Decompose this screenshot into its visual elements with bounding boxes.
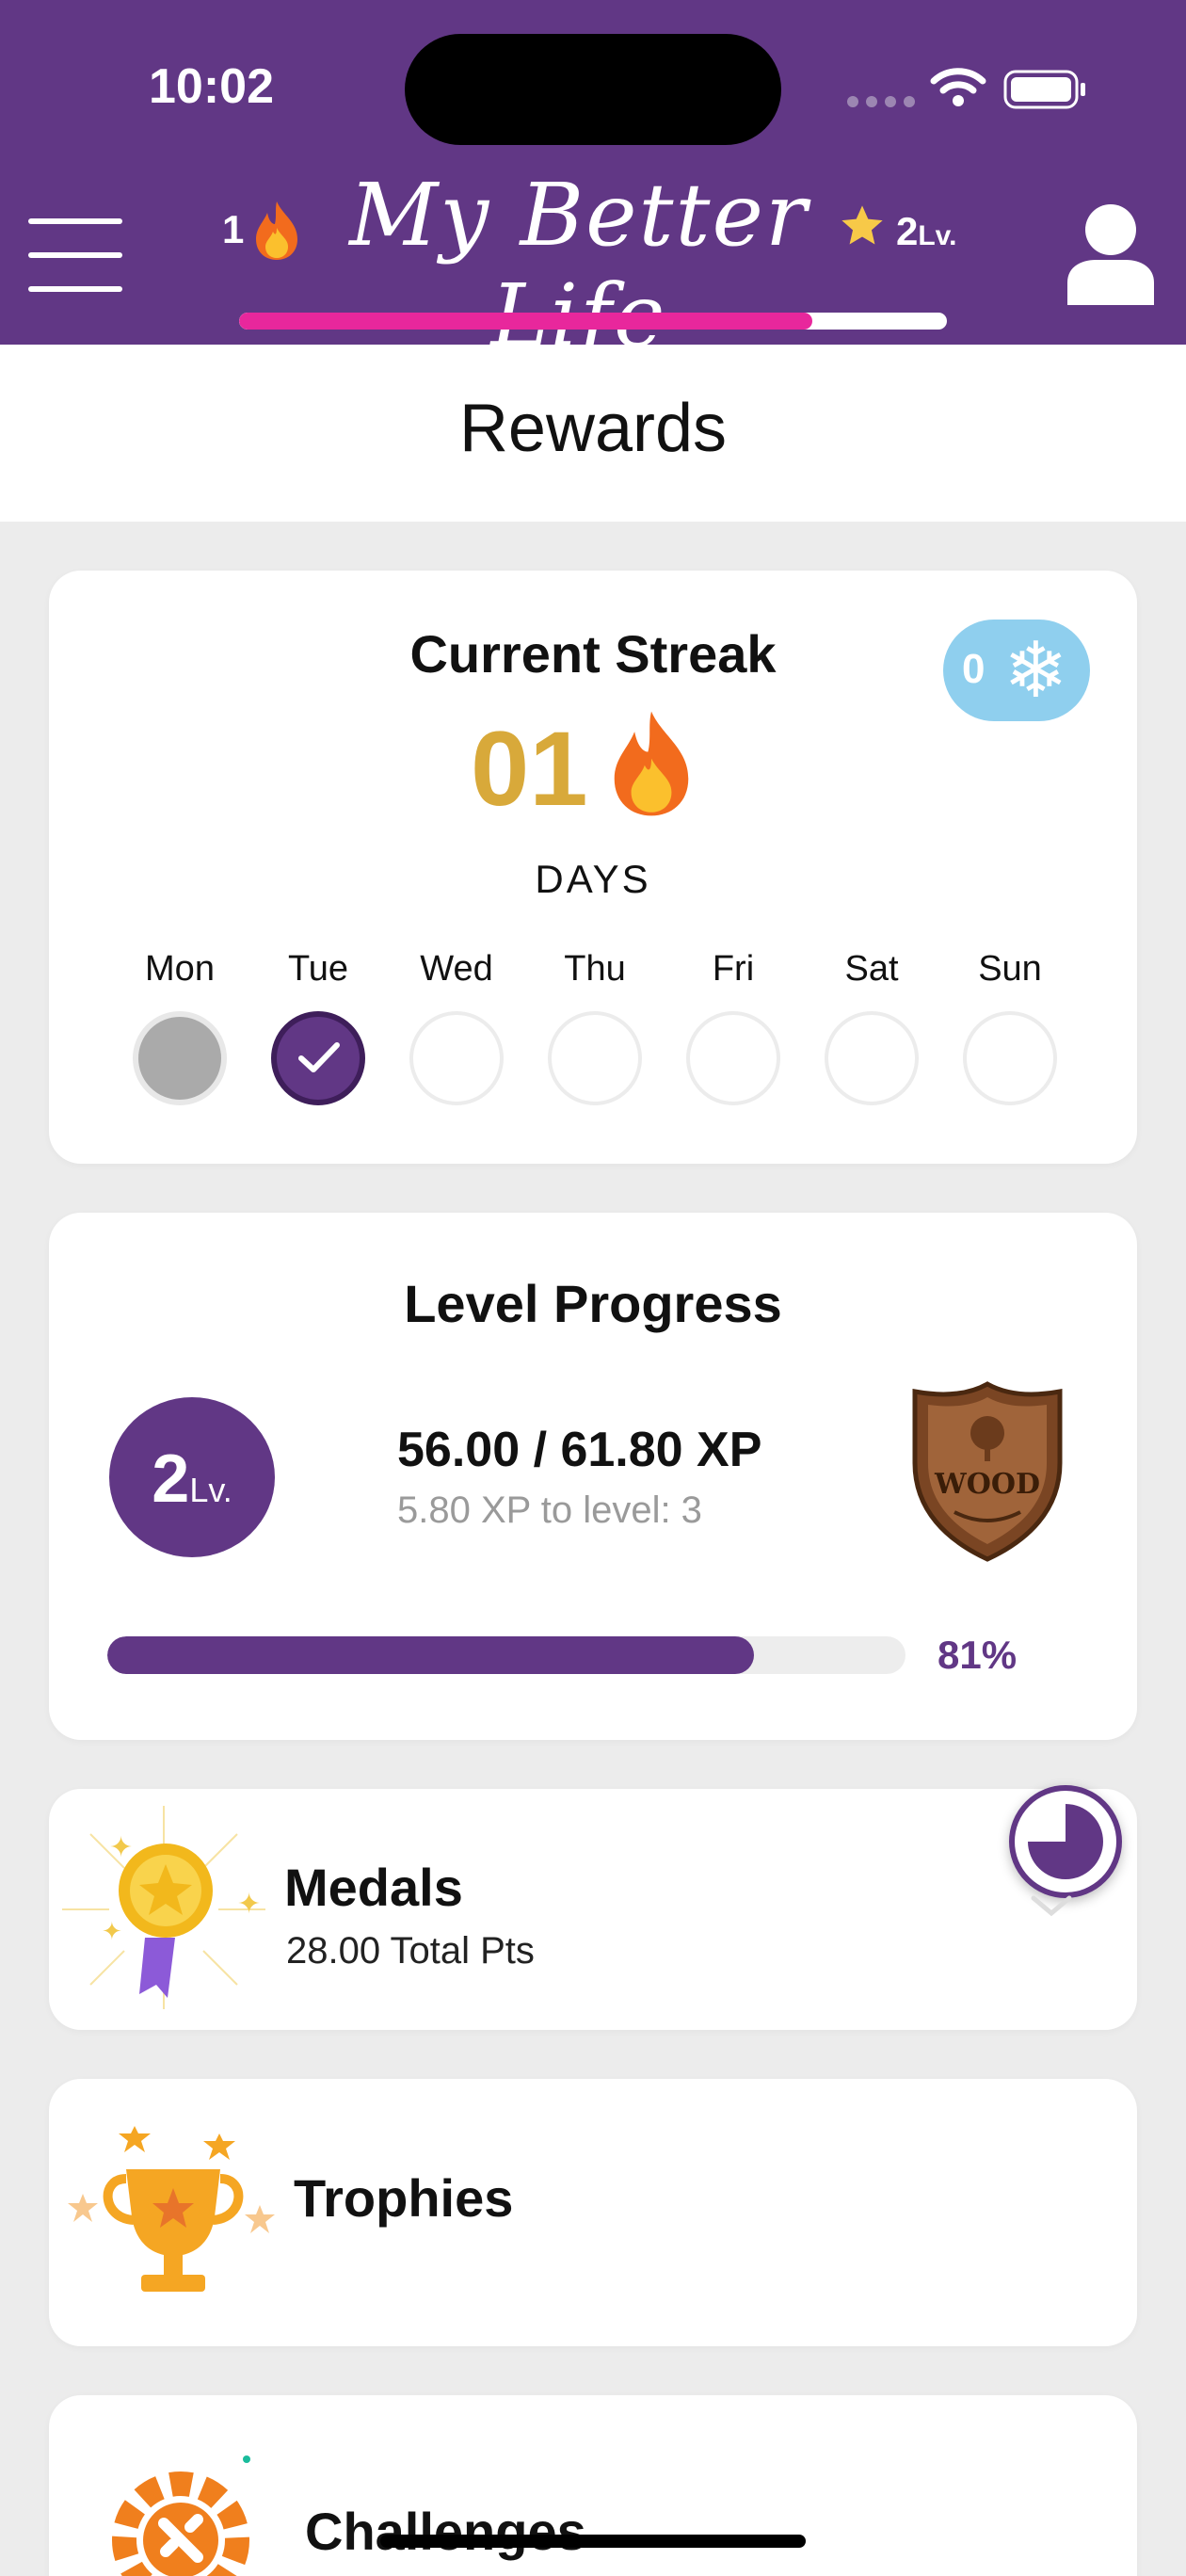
streak-value: 01 bbox=[471, 710, 588, 828]
day-mon: Mon bbox=[119, 949, 241, 1105]
streak-freeze-badge[interactable]: 0 ❄ bbox=[943, 620, 1090, 721]
day-label: Wed bbox=[420, 949, 493, 989]
day-status-done bbox=[271, 1011, 365, 1105]
day-status-empty bbox=[548, 1011, 642, 1105]
header-streak-count: 1 bbox=[222, 207, 245, 251]
day-wed: Wed bbox=[395, 949, 518, 1105]
day-label: Sat bbox=[844, 949, 899, 989]
fire-icon bbox=[614, 711, 689, 816]
wood-shield-icon: WOOD bbox=[912, 1381, 1063, 1562]
day-status-empty bbox=[686, 1011, 780, 1105]
trophies-card[interactable]: Trophies bbox=[49, 2079, 1137, 2346]
wifi-icon bbox=[930, 68, 986, 106]
level-badge: 2Lv. bbox=[109, 1397, 275, 1557]
day-fri: Fri bbox=[672, 949, 794, 1105]
header-level-suffix: Lv. bbox=[918, 220, 957, 251]
home-indicator bbox=[380, 2535, 806, 2548]
challenges-card[interactable]: Challenges bbox=[49, 2395, 1137, 2576]
day-status-empty bbox=[963, 1011, 1057, 1105]
day-status-empty bbox=[409, 1011, 504, 1105]
day-sat: Sat bbox=[810, 949, 933, 1105]
checkmark-icon bbox=[298, 1042, 340, 1072]
header-xp-bar-fill bbox=[239, 313, 813, 330]
status-time: 10:02 bbox=[149, 59, 274, 114]
medals-total-points: 28.00 Total Pts bbox=[286, 1930, 535, 1972]
medals-title: Medals bbox=[284, 1858, 463, 1917]
xp-total: 56.00 / 61.80 XP bbox=[397, 1423, 762, 1477]
wood-badge-label: WOOD bbox=[934, 1468, 1040, 1501]
day-thu: Thu bbox=[534, 949, 656, 1105]
trophies-title: Trophies bbox=[294, 2168, 514, 2228]
day-label: Tue bbox=[287, 949, 349, 989]
level-progress-bar bbox=[107, 1636, 906, 1674]
timer-icon bbox=[1028, 1804, 1103, 1879]
level-card-title: Level Progress bbox=[404, 1274, 782, 1333]
trophy-icon bbox=[68, 2126, 275, 2292]
level-progress-card: Level Progress 2Lv. 56.00 / 61.80 XP 5.8… bbox=[49, 1213, 1137, 1740]
dynamic-island bbox=[405, 34, 781, 145]
svg-text:✦: ✦ bbox=[102, 1917, 122, 1945]
day-label: Mon bbox=[145, 949, 215, 989]
app-header: 10:02 1 My Better Life 2Lv. bbox=[0, 0, 1186, 366]
day-status-empty bbox=[825, 1011, 919, 1105]
week-tracker: Mon Tue Wed Thu Fri Sat Sun bbox=[119, 949, 1071, 1105]
day-tue: Tue bbox=[257, 949, 379, 1105]
day-sun: Sun bbox=[949, 949, 1071, 1105]
header-level-number: 2 bbox=[896, 209, 919, 253]
chevron-down-icon bbox=[1031, 1895, 1072, 1917]
day-label: Sun bbox=[978, 949, 1042, 989]
challenges-gear-icon bbox=[112, 2455, 250, 2576]
day-label: Thu bbox=[564, 949, 626, 989]
brand-title: My Better Life bbox=[349, 165, 809, 366]
streak-card: Current Streak 0 ❄ 01 DAYS Mon Tue Wed T… bbox=[49, 571, 1137, 1164]
freeze-count: 0 bbox=[962, 646, 986, 692]
title-bar: Rewards bbox=[0, 345, 1186, 522]
level-progress-percent: 81% bbox=[938, 1633, 1018, 1677]
svg-text:✦: ✦ bbox=[109, 1832, 133, 1863]
fire-icon bbox=[256, 201, 297, 260]
menu-button[interactable] bbox=[28, 217, 122, 292]
medals-card[interactable]: ✦ ✦ ✦ ✦ Medals 28.00 Total Pts bbox=[49, 1789, 1137, 2030]
page-title: Rewards bbox=[458, 391, 728, 466]
level-suffix: Lv. bbox=[189, 1471, 232, 1509]
xp-to-next-level: 5.80 XP to level: 3 bbox=[397, 1489, 702, 1531]
challenges-title: Challenges bbox=[305, 2502, 586, 2561]
cellular-signal-icon bbox=[847, 96, 915, 107]
day-status-missed bbox=[133, 1011, 227, 1105]
day-label: Fri bbox=[712, 949, 755, 989]
header-level: 2Lv. bbox=[896, 209, 956, 254]
status-icons bbox=[847, 62, 1092, 109]
snowflake-icon: ❄ bbox=[1003, 628, 1068, 714]
level-number: 2 bbox=[152, 1441, 190, 1517]
timer-button[interactable] bbox=[1009, 1785, 1122, 1898]
svg-text:✦: ✦ bbox=[271, 1796, 275, 1803]
profile-button[interactable] bbox=[1064, 201, 1158, 305]
star-icon bbox=[841, 205, 883, 245]
header-xp-bar bbox=[239, 313, 947, 330]
battery-icon bbox=[1003, 70, 1085, 109]
svg-text:✦: ✦ bbox=[237, 1889, 261, 1920]
level-progress-fill bbox=[107, 1636, 754, 1674]
days-label: DAYS bbox=[535, 857, 651, 901]
medal-icon: ✦ ✦ ✦ ✦ bbox=[62, 1796, 275, 2009]
